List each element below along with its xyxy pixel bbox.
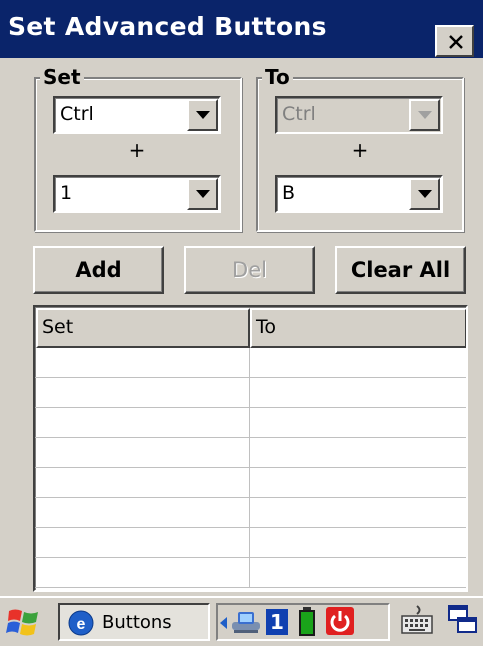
to-group: To Ctrl + B [256,66,464,232]
system-tray: 1 [216,603,390,641]
to-modifier-dropdown-button [409,99,440,131]
set-modifier-dropdown-button[interactable] [187,99,218,131]
switch-window-button[interactable] [447,604,479,640]
battery-status[interactable] [296,607,318,641]
to-group-legend: To [262,66,293,88]
cell-set [35,468,250,498]
table-row[interactable] [35,438,466,468]
table-row[interactable] [35,528,466,558]
input-panel-button[interactable] [400,604,434,640]
battery-icon [299,607,315,636]
table-row[interactable] [35,378,466,408]
set-modifier-value: Ctrl [60,103,94,125]
cell-set [35,498,250,528]
set-key-dropdown-button[interactable] [187,178,218,210]
close-icon [449,35,463,49]
chevron-down-icon [418,111,432,119]
set-group-legend: Set [40,66,84,88]
cell-to [250,438,466,468]
to-modifier-value: Ctrl [282,103,316,125]
taskbar-app-label: Buttons [102,612,172,633]
column-header-set[interactable]: Set [36,308,250,348]
to-key-dropdown-button[interactable] [409,178,440,210]
switch-window-icon [448,605,477,633]
cell-set [35,408,250,438]
cell-set [35,558,250,588]
clear-all-button[interactable]: Clear All [335,246,466,294]
table-row[interactable] [35,558,466,588]
tray-number: 1 [270,610,284,634]
chevron-down-icon [418,190,432,198]
network-status[interactable] [230,608,264,642]
svg-text:e: e [77,616,86,633]
to-key-combo[interactable]: B [275,175,443,213]
dialog-window: Set Advanced Buttons Set Ctrl + 1 To Ctr… [0,0,483,596]
table-row[interactable] [35,498,466,528]
set-group: Set Ctrl + 1 [34,66,242,232]
to-plus-sign: + [351,138,369,162]
set-key-combo[interactable]: 1 [53,175,221,213]
network-icon [232,612,260,633]
chevron-down-icon [196,190,210,198]
title-bar: Set Advanced Buttons [0,0,483,58]
windows-flag-icon [6,609,38,636]
set-key-value: 1 [60,182,73,204]
cell-to [250,558,466,588]
del-button: Del [184,246,315,294]
cell-to [250,528,466,558]
to-key-value: B [282,182,296,204]
table-row[interactable] [35,468,466,498]
set-modifier-combo[interactable]: Ctrl [53,96,221,134]
app-icon: e [68,610,94,636]
cell-set [35,348,250,378]
tray-number-badge[interactable]: 1 [266,609,288,635]
cell-set [35,378,250,408]
keyboard-icon [401,605,433,634]
add-button[interactable]: Add [33,246,164,294]
cell-to [250,468,466,498]
to-modifier-combo: Ctrl [275,96,443,134]
close-button[interactable] [435,25,474,57]
cell-to [250,498,466,528]
start-button[interactable] [6,607,42,641]
chevron-down-icon [196,111,210,119]
set-plus-sign: + [128,138,146,162]
taskbar-app-buttons[interactable]: e Buttons [58,603,210,641]
cell-set [35,438,250,468]
cell-to [250,348,466,378]
table-row[interactable] [35,408,466,438]
power-button[interactable] [326,607,354,639]
cell-to [250,378,466,408]
taskbar: e Buttons 1 [0,596,483,646]
chevron-left-icon [220,617,227,629]
power-icon [326,607,354,635]
mapping-list[interactable]: Set To [33,305,468,592]
column-header-to[interactable]: To [250,308,466,348]
table-row[interactable] [35,348,466,378]
window-title: Set Advanced Buttons [8,12,327,41]
cell-to [250,408,466,438]
tray-arrow[interactable] [220,614,228,633]
cell-set [35,528,250,558]
